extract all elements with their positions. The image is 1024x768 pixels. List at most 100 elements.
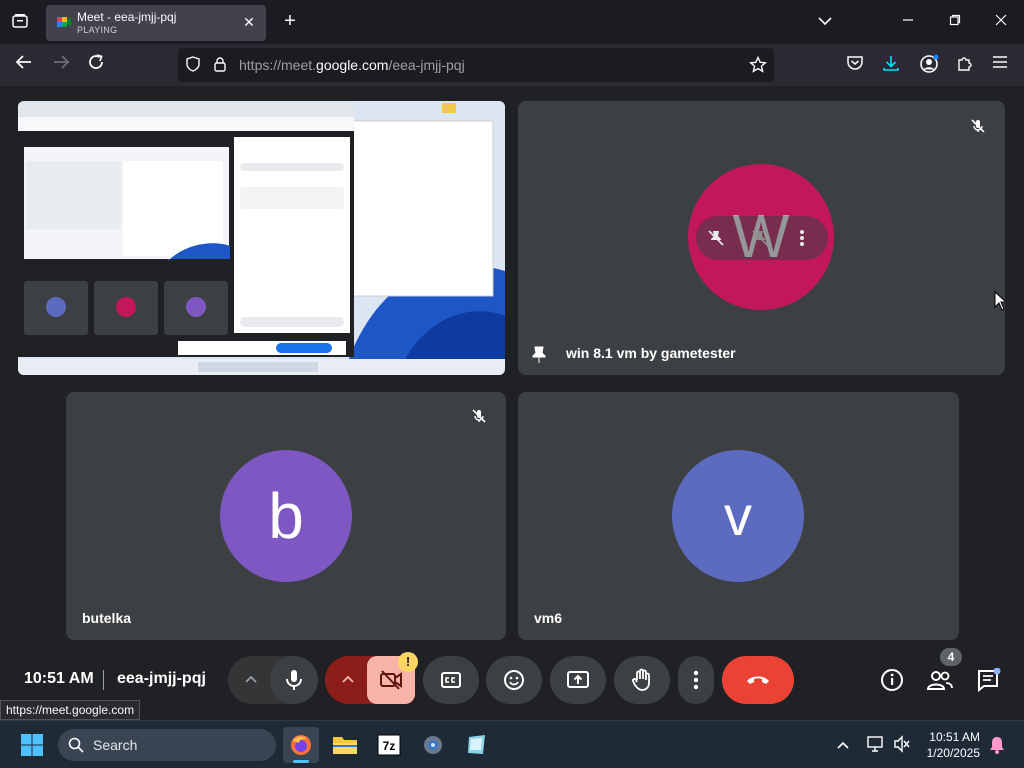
participant-avatar-butelka: b: [220, 450, 352, 582]
closed-captions-icon: [441, 672, 461, 688]
active-app-indicator: [293, 760, 309, 763]
pocket-icon[interactable]: [844, 54, 866, 76]
url-bar[interactable]: https://meet.google.com/eea-jmjj-pqj: [178, 48, 774, 82]
taskbar-app[interactable]: [459, 727, 495, 763]
show-hidden-icons-chevron-icon[interactable]: [836, 737, 850, 755]
pinned-icon: [532, 346, 546, 369]
mic-off-icon: [471, 408, 491, 428]
meeting-details-button[interactable]: [880, 668, 904, 697]
list-all-tabs-chevron-icon[interactable]: [815, 12, 835, 32]
close-window-button[interactable]: [990, 10, 1012, 32]
microphone-button[interactable]: [270, 656, 318, 704]
extensions-puzzle-icon[interactable]: [954, 54, 976, 76]
clock-time: 10:51 AM: [929, 730, 980, 744]
link-status-tooltip: https://meet.google.com: [0, 700, 141, 720]
tab-list-icon[interactable]: [10, 12, 30, 32]
raise-hand-icon: [632, 668, 650, 691]
tracking-protection-shield-icon[interactable]: [184, 56, 202, 74]
volume-muted-icon[interactable]: [893, 735, 911, 758]
hang-up-icon: [747, 676, 769, 684]
present-screen-icon: [567, 671, 589, 688]
present-screen-button[interactable]: [550, 656, 606, 704]
navigation-toolbar: https://meet.google.com/eea-jmjj-pqj: [0, 44, 1024, 86]
people-count-badge: 4: [940, 648, 962, 666]
camera-warning-badge: !: [398, 652, 418, 672]
remove-from-screen-icon[interactable]: [750, 228, 770, 253]
taskbar-settings[interactable]: [415, 727, 451, 763]
search-placeholder: Search: [93, 737, 138, 753]
lock-icon[interactable]: [211, 56, 229, 74]
tab-bar: Meet - eea-jmjj-pqj PLAYING ✕ +: [0, 0, 1024, 44]
raise-hand-button[interactable]: [614, 656, 670, 704]
info-icon: [881, 669, 903, 691]
url-text[interactable]: https://meet.google.com/eea-jmjj-pqj: [239, 57, 465, 73]
meeting-code: eea-jmjj-pqj: [117, 670, 206, 687]
downloads-icon[interactable]: [880, 54, 902, 76]
participant-tile-butelka[interactable]: b butelka: [66, 392, 506, 640]
account-icon[interactable]: [918, 54, 940, 76]
taskbar-7zip[interactable]: 7z: [371, 727, 407, 763]
more-options-button[interactable]: [678, 656, 714, 704]
system-clock[interactable]: 10:51 AM 1/20/2025: [927, 729, 980, 761]
participant-tile-vm6[interactable]: v vm6: [518, 392, 959, 640]
network-icon[interactable]: [866, 735, 886, 758]
taskbar-file-explorer[interactable]: [327, 727, 363, 763]
participant-hover-actions[interactable]: [696, 216, 828, 260]
notifications-bell-icon[interactable]: [988, 735, 1006, 760]
participant-tile-win81[interactable]: W win 8.1 vm by gametester: [518, 101, 1005, 375]
windows-logo-icon: [21, 734, 43, 756]
bookmark-star-icon[interactable]: [749, 55, 767, 74]
mouse-cursor-icon: [994, 290, 1005, 316]
minimize-button[interactable]: [897, 10, 919, 32]
tab-audio-status: PLAYING: [77, 25, 118, 35]
emoji-icon: [504, 670, 524, 690]
settings-gear-icon: [424, 736, 442, 754]
reactions-button[interactable]: [486, 656, 542, 704]
divider: [103, 670, 104, 690]
tab-meet[interactable]: Meet - eea-jmjj-pqj PLAYING ✕: [46, 5, 266, 41]
folder-icon: [333, 737, 357, 754]
unpin-icon[interactable]: [706, 228, 726, 253]
participant-avatar-vm6: v: [672, 450, 804, 582]
screen-share-tile[interactable]: [18, 101, 505, 375]
camera-off-icon: [380, 670, 402, 690]
leave-call-button[interactable]: [722, 656, 794, 704]
taskbar-firefox[interactable]: [283, 727, 319, 763]
video-settings-group: !: [325, 652, 418, 704]
people-icon: [926, 671, 953, 690]
more-vert-icon: [693, 670, 699, 690]
participant-name: butelka: [82, 610, 132, 626]
mic-off-icon: [970, 118, 990, 138]
captions-button[interactable]: [423, 656, 479, 704]
meeting-clock: 10:51 AM: [24, 670, 94, 687]
more-options-icon[interactable]: [798, 228, 806, 253]
participant-name: vm6: [534, 610, 563, 626]
meet-stage: W win 8.1 vm by gametester: [0, 86, 1024, 720]
participant-name: win 8.1 vm by gametester: [566, 345, 736, 361]
people-button[interactable]: 4: [926, 648, 962, 697]
microphone-icon: [286, 670, 302, 690]
chat-icon: [978, 667, 1001, 693]
clock-date: 1/20/2025: [926, 746, 980, 760]
tab-title: Meet - eea-jmjj-pqj: [77, 10, 177, 24]
search-icon: [68, 737, 84, 753]
shared-screen-thumbnail: [18, 101, 505, 375]
start-button[interactable]: [20, 733, 44, 762]
7zip-icon: 7z: [377, 734, 401, 756]
meeting-controls-bar: 10:51 AM eea-jmjj-pqj ! 4: [0, 648, 1024, 704]
meet-favicon-icon: [56, 14, 72, 30]
windows-taskbar: Search 7z 10:51 AM 1/20/2025: [0, 720, 1024, 768]
chat-button[interactable]: [976, 667, 1002, 699]
taskbar-search-box[interactable]: Search: [58, 729, 276, 761]
reload-button[interactable]: [84, 53, 108, 77]
browser-window: Meet - eea-jmjj-pqj PLAYING ✕ + https://…: [0, 0, 1024, 720]
restore-button[interactable]: [944, 10, 966, 32]
new-tab-button[interactable]: +: [279, 10, 301, 32]
app-window-icon: [468, 735, 485, 754]
forward-button[interactable]: [49, 53, 73, 77]
svg-text:7z: 7z: [383, 739, 396, 753]
menu-hamburger-icon[interactable]: [989, 54, 1011, 76]
back-button[interactable]: [12, 53, 36, 77]
tab-close-icon[interactable]: ✕: [240, 13, 258, 31]
audio-settings-group: [228, 656, 318, 704]
